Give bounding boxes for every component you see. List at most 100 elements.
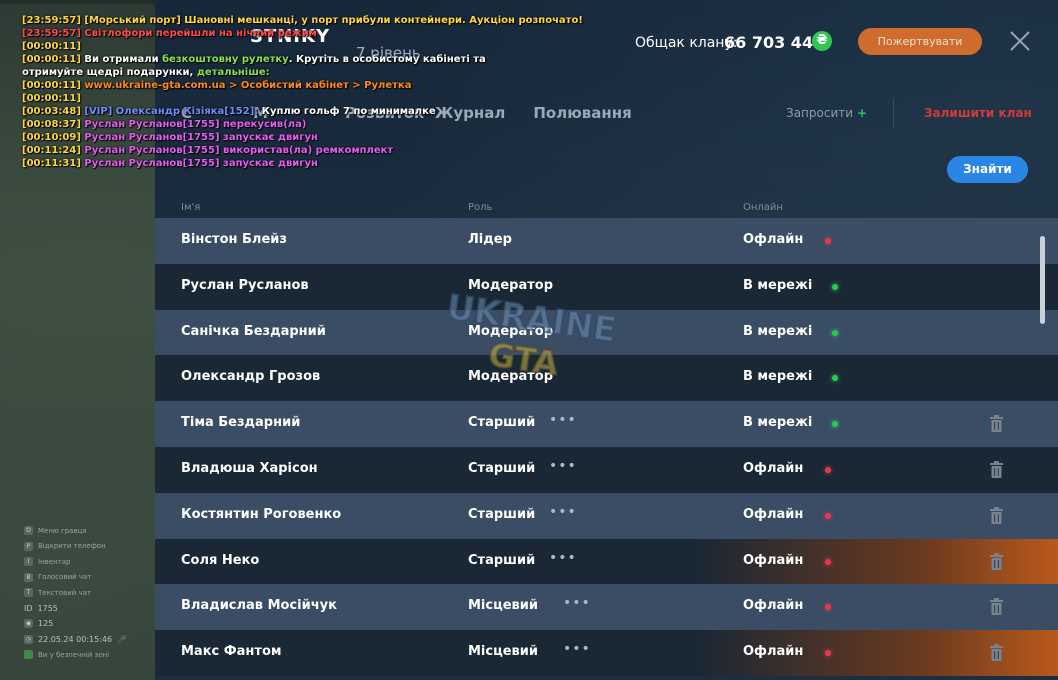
chat-message: [23:59:57] Світлофори перейшли на нічний… (22, 27, 522, 40)
scrollbar[interactable] (1040, 236, 1045, 324)
watermark-line2: GTA (486, 335, 561, 382)
chat-segment: [00:11:24] (22, 145, 85, 156)
search-button[interactable]: Знайти (947, 156, 1028, 183)
chat-segment: Руслан Русланов[1755] запускає двигун (84, 158, 318, 169)
chat-segment: Руслан Русланов[1755] запускає двигун (84, 132, 318, 143)
member-role: Лідер (468, 232, 512, 247)
hud-item-label: Голосовий чат (38, 573, 92, 582)
hud-zone: Ви у безпечній зоні (24, 647, 134, 663)
hud-item-label: Інвентар (38, 557, 71, 566)
clock-icon: ◷ (24, 634, 33, 644)
member-role: Місцевий (468, 644, 538, 660)
trash-icon[interactable] (990, 506, 1003, 524)
offline-indicator-icon (825, 238, 831, 244)
treasury-label: Общак клану: (635, 35, 738, 51)
id-value: 1755 (37, 603, 58, 613)
hud-item: T Текстовий чат (24, 585, 134, 601)
key-icon: P (24, 541, 33, 551)
chat-message: [00:00:11] (22, 92, 522, 105)
member-name: Владюша Харісон (181, 460, 318, 476)
key-icon: T (24, 588, 33, 598)
online-indicator-icon (832, 375, 838, 382)
more-options-icon[interactable]: ••• (549, 504, 577, 520)
member-status: Офлайн (743, 506, 804, 522)
chat-message: [00:11:24] Руслан Русланов[1755] викорис… (22, 144, 522, 157)
zone-label: Ви у безпечній зоні (38, 650, 110, 659)
trash-icon[interactable] (990, 598, 1003, 616)
chat-segment: [VIP] Олександр Кізіяка[152]: (84, 106, 262, 117)
member-name: Руслан Русланов (181, 277, 309, 293)
chat-segment: [23:59:57] (22, 28, 85, 39)
chat-segment: [00:10:09] (22, 132, 85, 143)
trash-icon[interactable] (990, 460, 1003, 478)
trash-icon[interactable] (990, 415, 1003, 433)
more-options-icon[interactable]: ••• (563, 595, 591, 611)
chat-segment: детальніше: (196, 67, 270, 78)
member-name: Олександр Грозов (181, 369, 321, 385)
more-options-icon[interactable]: ••• (549, 550, 577, 566)
table-row[interactable]: Соля Неко Старший ••• Офлайн (155, 538, 1058, 585)
invite-label: Запросити (786, 106, 854, 120)
donate-button[interactable]: Пожертвувати (858, 28, 982, 55)
tab-hunting[interactable]: Полювання (533, 104, 631, 122)
offline-indicator-icon (825, 558, 831, 565)
chat-segment: Світлофори перейшли на нічний режим (84, 28, 317, 39)
table-row[interactable]: Тіма Бездарний Старший ••• В мережі (155, 401, 1058, 447)
chat-segment: [00:00:11] (22, 41, 81, 52)
chat-message: [00:03:48] [VIP] Олександр Кізіяка[152]:… (22, 105, 522, 118)
hud-item-label: Текстовий чат (38, 588, 91, 597)
member-status: Офлайн (743, 232, 804, 247)
member-status: В мережі (743, 323, 813, 339)
member-name: Макс Фантом (181, 644, 282, 660)
hud-item-label: Відкрити телефон (38, 542, 106, 551)
online-indicator-icon (832, 421, 838, 428)
chat-message: [00:08:37] Руслан Русланов[1755] перекус… (22, 118, 522, 131)
member-status: Офлайн (743, 552, 804, 568)
leave-clan-button[interactable]: Залишити клан (924, 106, 1032, 120)
chat-message: [00:00:11] Ви отримали безкоштовну рулет… (22, 53, 522, 79)
table-row[interactable]: Костянтин Роговенко Старший ••• Офлайн (155, 492, 1058, 539)
member-role: Місцевий (468, 598, 538, 614)
member-status: В мережі (743, 415, 813, 431)
more-options-icon[interactable]: ••• (563, 641, 591, 657)
chat-segment: Куплю гольф 7 по минималке (261, 106, 436, 117)
trash-icon[interactable] (990, 552, 1003, 570)
column-header-online: Онлайн (743, 202, 783, 213)
mic-icon: 🎤︎ (117, 634, 128, 644)
chat-segment: [23:59:57] (22, 15, 85, 26)
online-indicator-icon (832, 329, 838, 336)
more-options-icon[interactable]: ••• (549, 458, 577, 474)
chat-message: [00:10:09] Руслан Русланов[1755] запуска… (22, 131, 522, 144)
chat-segment: Руслан Русланов[1755] перекусив(ла) (84, 119, 307, 130)
hud-hints: O Меню гравця P Відкрити телефон I Інвентар… (24, 523, 134, 663)
invite-button[interactable]: Запросити + (786, 106, 867, 120)
column-header-name: Ім'я (181, 202, 201, 213)
chat-segment: безкоштовну рулетку (162, 54, 289, 65)
id-label: ID (24, 603, 33, 613)
players-icon: ◉ (24, 619, 33, 629)
hud-item-label: Меню гравця (38, 526, 87, 535)
more-options-icon[interactable]: ••• (549, 412, 577, 428)
chat-segment: [00:08:37] (22, 119, 85, 130)
hud-datetime: ◷ 22.05.24 00:15:46 🎤︎ (24, 632, 134, 648)
table-row[interactable]: Владюша Харісон Старший ••• Офлайн (155, 446, 1058, 493)
close-icon[interactable] (1007, 28, 1033, 54)
offline-indicator-icon (825, 466, 831, 473)
table-row[interactable]: Макс Фантом Місцевий ••• Офлайн (155, 630, 1058, 676)
plus-icon: + (857, 106, 868, 120)
member-role: Старший (468, 552, 536, 568)
member-status: Офлайн (743, 460, 804, 476)
trash-icon[interactable] (990, 644, 1003, 662)
member-name: Вінстон Блейз (181, 232, 287, 247)
member-name: Костянтин Роговенко (181, 506, 342, 522)
chat-segment: [Морський порт] Шановні мешканці, у порт… (84, 15, 583, 26)
safe-zone-icon (24, 650, 33, 660)
chat-segment: [00:03:48] (22, 106, 85, 117)
table-row[interactable]: Вінстон Блейз Лідер Офлайн (155, 218, 1058, 264)
hud-item: B Голосовий чат (24, 570, 134, 586)
key-icon: I (24, 557, 33, 567)
table-row[interactable]: Владислав Мосійчук Місцевий ••• Офлайн (155, 584, 1058, 631)
chat-segment: Ви отримали (84, 54, 163, 65)
key-icon: O (24, 526, 33, 536)
hud-item: O Меню гравця (24, 523, 134, 539)
